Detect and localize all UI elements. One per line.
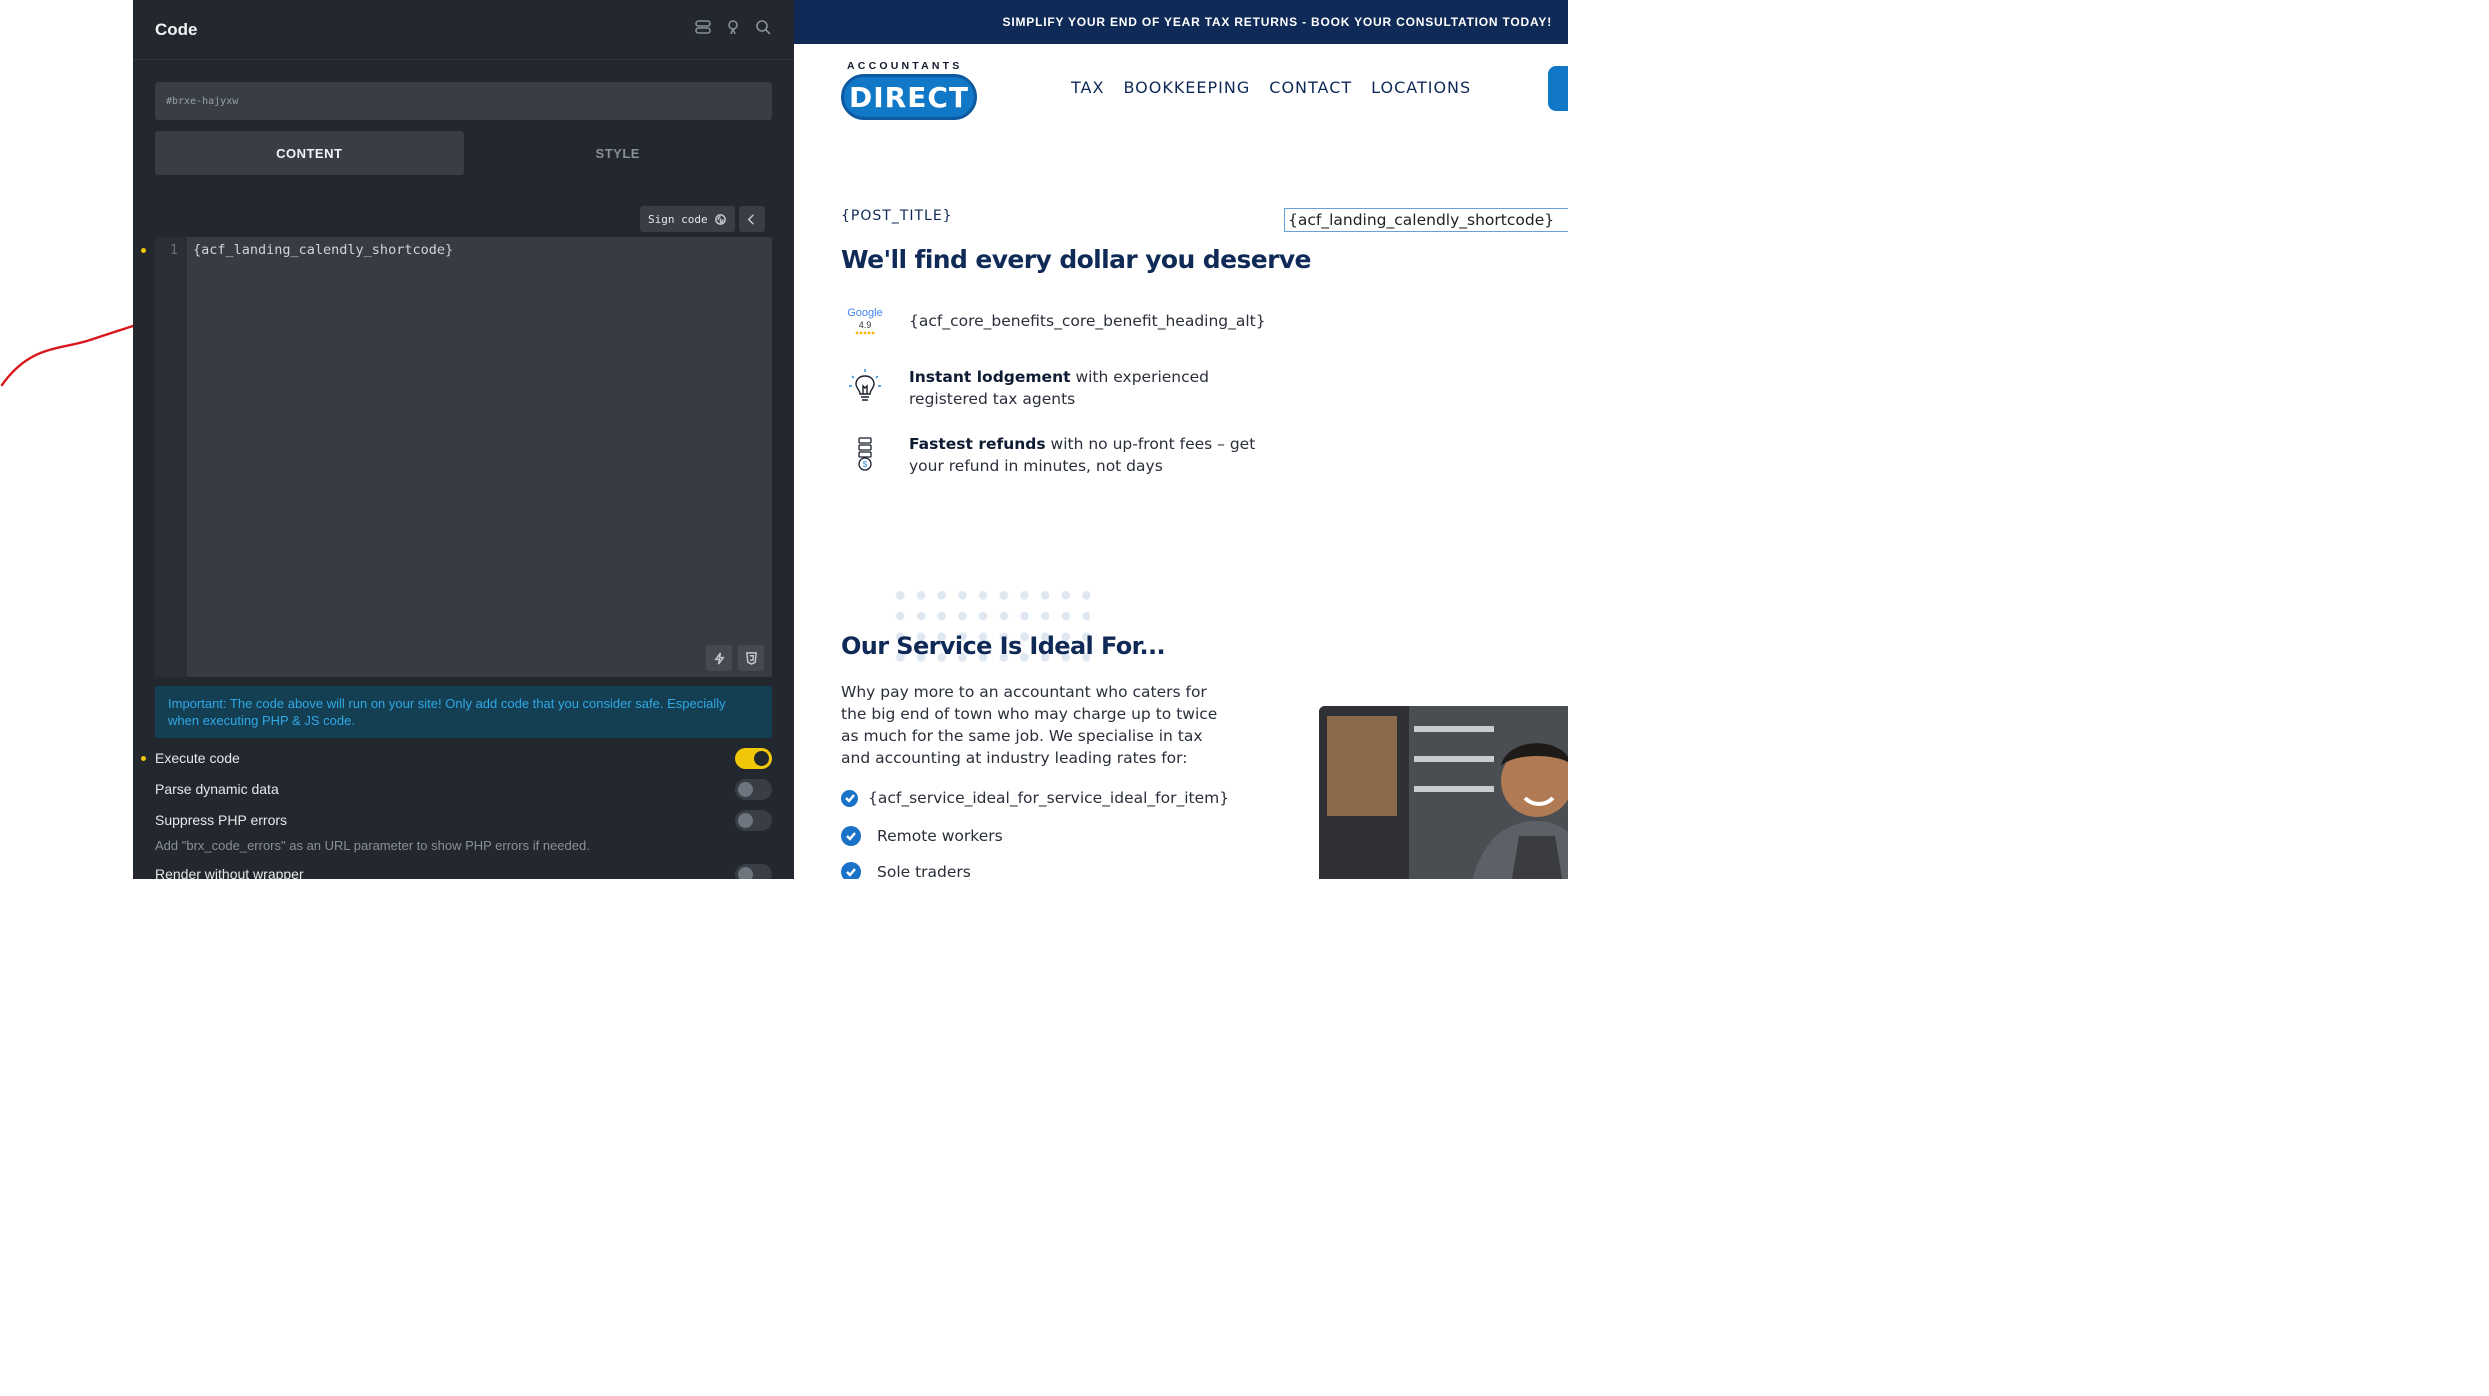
check-icon — [841, 862, 861, 879]
benefit-bold: Instant lodgement — [909, 368, 1071, 386]
lightbulb-icon — [841, 366, 889, 406]
site-logo[interactable]: ACCOUNTANTS DIRECT — [841, 60, 977, 122]
benefit-bold: Fastest refunds — [909, 435, 1046, 453]
tab-content[interactable]: CONTENT — [155, 131, 464, 175]
service-heading: Our Service Is Ideal For... — [841, 632, 1166, 660]
render-without-wrapper-toggle[interactable] — [735, 863, 772, 879]
pin-icon[interactable] — [724, 18, 742, 41]
ideal-for-label: Sole traders — [877, 863, 971, 879]
render-without-wrapper-label: Render without wrapper — [155, 866, 304, 879]
sign-code-button[interactable]: Sign code — [640, 206, 735, 232]
ideal-for-label: Remote workers — [877, 827, 1003, 845]
suppress-php-errors-label: Suppress PHP errors — [155, 812, 288, 828]
chevron-left-icon — [747, 213, 754, 225]
check-icon — [841, 789, 858, 807]
line-number: 1 — [170, 243, 178, 258]
benefit-item: Instant lodgement with experienced regis… — [841, 366, 1271, 410]
ai-assist-button[interactable] — [706, 645, 732, 671]
google-badge-name: Google — [847, 307, 882, 319]
check-icon — [841, 826, 861, 846]
suppress-php-errors-toggle[interactable] — [735, 809, 772, 831]
promo-banner-text: SIMPLIFY YOUR END OF YEAR TAX RETURNS - … — [1002, 15, 1552, 29]
editor-gutter — [155, 237, 187, 677]
nav-cta-button[interactable] — [1548, 66, 1568, 111]
toggle-knob — [754, 750, 769, 766]
code-toolbar: Sign code — [640, 206, 765, 232]
code-element-panel: Code #brxe-hajyxw CONTENT STYLE Sign cod… — [133, 0, 794, 879]
toggle-layout-icon[interactable] — [694, 18, 712, 41]
panel-header: Code — [133, 0, 794, 60]
left-margin — [0, 0, 133, 879]
tab-style[interactable]: STYLE — [464, 131, 773, 175]
parse-dynamic-data-toggle[interactable] — [735, 778, 772, 800]
code-line[interactable]: {acf_landing_calendly_shortcode} — [193, 242, 453, 258]
hero-heading: We'll find every dollar you deserve — [841, 245, 1311, 274]
editor-buttons — [706, 645, 764, 671]
nav-item-bookkeeping[interactable]: BOOKKEEPING — [1123, 78, 1250, 97]
parse-dynamic-data-row: Parse dynamic data — [155, 777, 772, 801]
svg-text:$: $ — [863, 460, 868, 469]
benefit-item: $ Fastest refunds with no up-front fees … — [841, 433, 1271, 477]
google-badge: Google 4.9 — [847, 307, 883, 335]
php-errors-help: Add "brx_code_errors" as an URL paramete… — [155, 838, 590, 853]
post-title: {POST_TITLE} — [841, 208, 953, 224]
security-notice: Important: The code above will run on yo… — [155, 686, 772, 738]
sign-code-label: Sign code — [648, 212, 708, 226]
refund-icon: $ — [841, 433, 889, 473]
nav-item-locations[interactable]: LOCATIONS — [1371, 78, 1471, 97]
logo-main-text: DIRECT — [849, 80, 969, 114]
collapse-button[interactable] — [738, 206, 765, 232]
calendly-embed[interactable]: {acf_landing_calendly_shortcode} — [1284, 208, 1568, 232]
nav-item-contact[interactable]: CONTACT — [1269, 78, 1352, 97]
logo-top-text: ACCOUNTANTS — [847, 60, 963, 72]
promo-banner[interactable]: SIMPLIFY YOUR END OF YEAR TAX RETURNS - … — [794, 0, 1568, 44]
toggle-knob — [738, 812, 753, 828]
screenshot: Code #brxe-hajyxw CONTENT STYLE Sign cod… — [0, 0, 1568, 879]
panel-title: Code — [155, 19, 198, 39]
modified-indicator — [141, 248, 146, 253]
benefit-text: Fastest refunds with no up-front fees – … — [909, 433, 1271, 477]
execute-code-toggle[interactable] — [735, 747, 772, 769]
render-without-wrapper-row: Render without wrapper — [155, 862, 772, 879]
ideal-for-item: {acf_service_ideal_for_service_ideal_for… — [841, 789, 1229, 807]
lightning-icon — [713, 651, 725, 665]
benefit-text: Instant lodgement with experienced regis… — [909, 366, 1271, 410]
main-nav: TAX BOOKKEEPING CONTACT LOCATIONS — [1071, 78, 1471, 97]
toggle-knob — [738, 781, 753, 797]
chef-photo — [1319, 706, 1568, 879]
service-paragraph: Why pay more to an accountant who caters… — [841, 683, 1218, 767]
ideal-for-label: {acf_service_ideal_for_service_ideal_for… — [868, 789, 1230, 807]
suppress-php-errors-row: Suppress PHP errors — [155, 808, 772, 832]
fingerprint-icon — [714, 213, 726, 225]
benefit-item: Google 4.9 {acf_core_benefits_core_benef… — [841, 302, 1271, 342]
nav-item-tax[interactable]: TAX — [1071, 78, 1104, 97]
panel-header-icons — [694, 18, 772, 41]
toggle-knob — [738, 866, 753, 879]
panel-tabs: CONTENT STYLE — [155, 131, 772, 175]
search-icon[interactable] — [754, 18, 772, 41]
ideal-for-item: Sole traders — [841, 862, 971, 879]
benefit-text: {acf_core_benefits_core_benefit_heading_… — [909, 302, 1266, 342]
logo-badge: DIRECT — [841, 74, 977, 120]
execute-code-row: Execute code — [155, 746, 772, 770]
execute-code-label: Execute code — [155, 750, 240, 766]
modified-indicator — [141, 756, 146, 761]
benefit-heading: {acf_core_benefits_core_benefit_heading_… — [909, 312, 1266, 330]
google-rating-icon: Google 4.9 — [841, 302, 889, 342]
parse-dynamic-data-label: Parse dynamic data — [155, 781, 279, 797]
css3-icon — [745, 651, 757, 665]
code-editor[interactable]: 1 {acf_landing_calendly_shortcode} — [155, 237, 772, 677]
google-badge-rating: 4.9 — [859, 320, 872, 330]
css-id-field[interactable]: #brxe-hajyxw — [155, 82, 772, 120]
site-preview: SIMPLIFY YOUR END OF YEAR TAX RETURNS - … — [794, 0, 1568, 879]
css3-button[interactable] — [738, 645, 764, 671]
ideal-for-item: Remote workers — [841, 826, 1003, 846]
